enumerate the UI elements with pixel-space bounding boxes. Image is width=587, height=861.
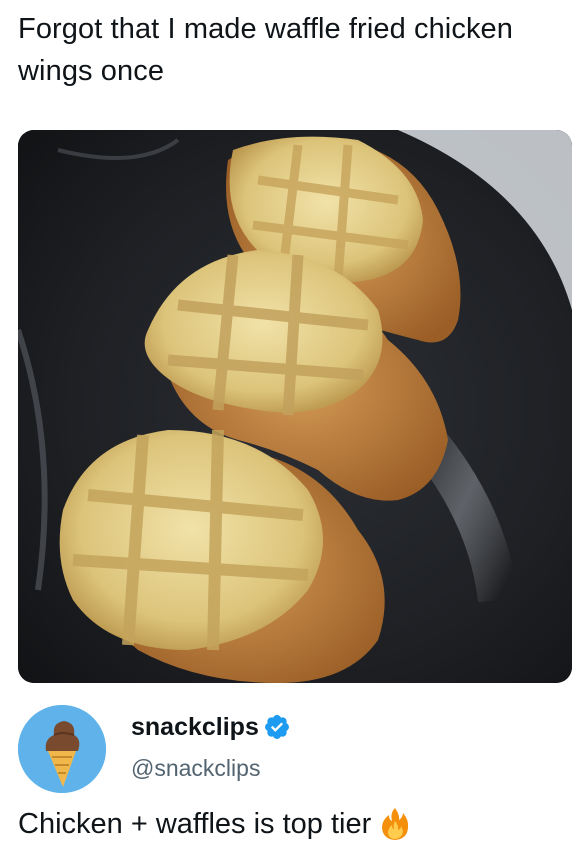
tweet-text: Chicken + waffles is top tier xyxy=(18,804,409,844)
display-name-text: snackclips xyxy=(131,713,259,741)
author-handle[interactable]: @snackclips xyxy=(131,754,260,782)
fire-icon xyxy=(382,808,409,840)
ice-cream-cone-icon xyxy=(18,705,106,793)
tweet-text-content: Chicken + waffles is top tier xyxy=(18,808,372,840)
author-display-name[interactable]: snackclips xyxy=(131,712,291,742)
verified-badge-icon xyxy=(264,715,289,739)
avatar[interactable] xyxy=(18,705,106,793)
tweet-photo[interactable] xyxy=(18,130,572,683)
waffle-chicken-photo xyxy=(18,130,572,683)
quoted-tweet-text: Forgot that I made waffle fried chicken … xyxy=(18,13,514,87)
